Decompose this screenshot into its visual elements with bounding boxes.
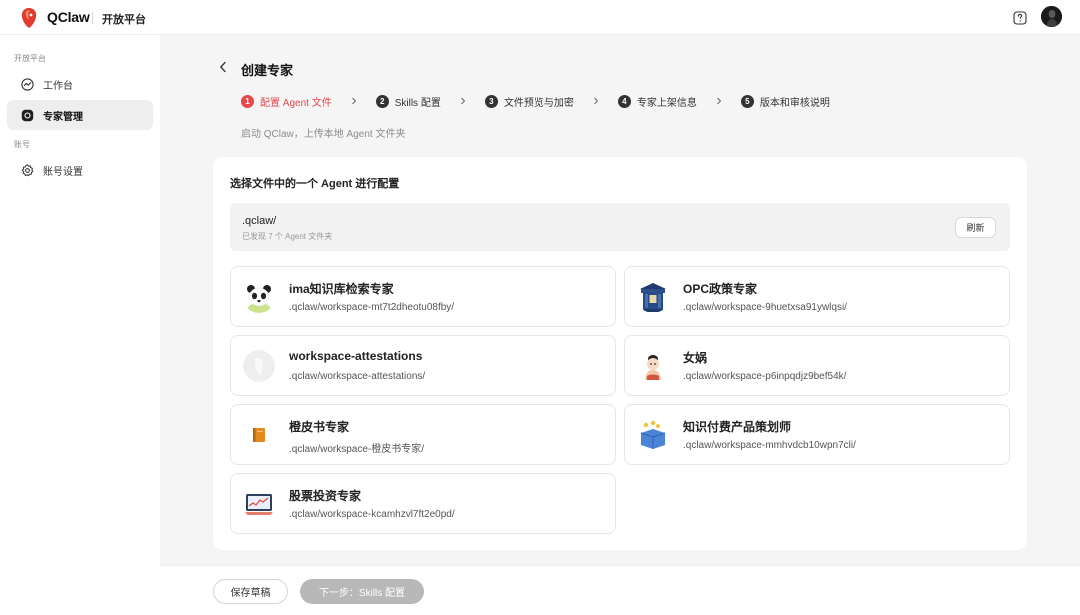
agent-path: .qclaw/workspace-9huetxsa91ywlqsi/ bbox=[683, 302, 847, 313]
sidebar-item-label: 工作台 bbox=[43, 80, 73, 92]
refresh-button[interactable]: 刷新 bbox=[955, 217, 996, 238]
agent-card-ima[interactable]: ima知识库检索专家 .qclaw/workspace-mt7t2dheotu0… bbox=[230, 266, 616, 327]
agent-path: .qclaw/workspace-kcamhzvl7ft2e0pd/ bbox=[289, 509, 455, 520]
agent-path: .qclaw/workspace-p6inpqdjz9bef54k/ bbox=[683, 371, 847, 382]
agent-card-stock-investment[interactable]: 股票投资专家 .qclaw/workspace-kcamhzvl7ft2e0pd… bbox=[230, 473, 616, 534]
step-number: 4 bbox=[617, 94, 631, 108]
agent-card-orange-book[interactable]: 橙皮书专家 .qclaw/workspace-橙皮书专家/ bbox=[230, 404, 616, 465]
page-subtitle: 启动 QClaw，上传本地 Agent 文件夹 bbox=[241, 129, 406, 140]
user-avatar[interactable] bbox=[1041, 6, 1062, 27]
chevron-right-icon bbox=[716, 97, 722, 105]
agent-icon bbox=[21, 109, 34, 121]
dashboard-icon bbox=[21, 77, 34, 91]
step-file-preview-encrypt[interactable]: 3 文件预览与加密 bbox=[484, 94, 574, 109]
gear-icon bbox=[21, 163, 34, 176]
agent-count: 已发现 7 个 Agent 文件夹 bbox=[242, 232, 333, 241]
step-label: 版本和审核说明 bbox=[759, 97, 830, 109]
stepper: 1 配置 Agent 文件 2 Skills 配置 3 文件预览与加密 4 专家… bbox=[241, 93, 830, 109]
brand-divider bbox=[92, 12, 93, 24]
step-label: 文件预览与加密 bbox=[503, 97, 574, 109]
step-number: 1 bbox=[241, 94, 254, 108]
sidebar-item-account-settings[interactable]: 账号设置 bbox=[7, 155, 153, 185]
sidebar-item-label: 账号设置 bbox=[43, 166, 83, 178]
brand-subtitle: 开放平台 bbox=[102, 14, 146, 26]
step-version-review[interactable]: 5 版本和审核说明 bbox=[740, 94, 830, 109]
folder-path: .qclaw/ bbox=[242, 215, 277, 227]
agent-card-knowledge-product[interactable]: 知识付费产品策划师 .qclaw/workspace-mmhvdcb10wpn7… bbox=[624, 404, 1010, 465]
sidebar-item-workbench[interactable]: 工作台 bbox=[7, 69, 153, 99]
agent-name: 橙皮书专家 bbox=[289, 420, 350, 434]
brand-name[interactable]: QClaw bbox=[47, 9, 90, 25]
agent-card-nuwa[interactable]: 女娲 .qclaw/workspace-p6inpqdjz9bef54k/ bbox=[624, 335, 1010, 396]
agent-path: .qclaw/workspace-attestations/ bbox=[289, 371, 426, 382]
chevron-right-icon bbox=[460, 97, 466, 105]
step-configure-agent-file[interactable]: 1 配置 Agent 文件 bbox=[241, 94, 332, 109]
agent-selector-card: 选择文件中的一个 Agent 进行配置 .qclaw/ 已发现 7 个 Agen… bbox=[213, 157, 1027, 550]
stock-chart-icon bbox=[243, 488, 275, 520]
section-title: 选择文件中的一个 Agent 进行配置 bbox=[230, 178, 400, 190]
chevron-left-icon[interactable] bbox=[218, 61, 228, 73]
footer-bar: 保存草稿 下一步：Skills 配置 bbox=[160, 565, 1080, 615]
agent-path: .qclaw/workspace-橙皮书专家/ bbox=[289, 444, 425, 455]
agent-name: 女娲 bbox=[683, 351, 708, 365]
page-title: 创建专家 bbox=[241, 63, 294, 78]
agent-card-attestations[interactable]: workspace-attestations .qclaw/workspace-… bbox=[230, 335, 616, 396]
chevron-right-icon bbox=[351, 97, 356, 105]
step-listing-info[interactable]: 4 专家上架信息 bbox=[617, 94, 697, 109]
default-agent-icon bbox=[243, 350, 275, 382]
agent-name: OPC政策专家 bbox=[683, 282, 758, 296]
next-step-button[interactable]: 下一步：Skills 配置 bbox=[300, 579, 424, 604]
character-icon bbox=[637, 350, 669, 382]
top-bar: QClaw 开放平台 bbox=[0, 0, 1080, 35]
sidebar-group-platform: 开放平台 bbox=[14, 54, 46, 63]
question-icon[interactable] bbox=[1013, 11, 1027, 25]
government-building-icon bbox=[637, 281, 669, 313]
agent-path: .qclaw/workspace-mt7t2dheotu08fby/ bbox=[289, 302, 455, 313]
agent-name: 知识付费产品策划师 bbox=[683, 420, 792, 434]
orange-book-icon bbox=[243, 419, 275, 451]
agent-name: workspace-attestations bbox=[289, 349, 423, 363]
agent-name: ima知识库检索专家 bbox=[289, 282, 394, 296]
save-draft-button[interactable]: 保存草稿 bbox=[213, 579, 288, 604]
step-label: Skills 配置 bbox=[394, 97, 441, 109]
agent-card-opc-policy[interactable]: OPC政策专家 .qclaw/workspace-9huetxsa91ywlqs… bbox=[624, 266, 1010, 327]
agent-name: 股票投资专家 bbox=[289, 489, 362, 503]
step-number: 2 bbox=[375, 94, 389, 108]
sidebar-item-agent-management[interactable]: 专家管理 bbox=[7, 100, 153, 130]
folder-path-box: .qclaw/ 已发现 7 个 Agent 文件夹 刷新 bbox=[230, 203, 1010, 251]
step-number: 3 bbox=[484, 94, 498, 108]
chevron-right-icon bbox=[593, 97, 599, 105]
sidebar-group-account: 账号 bbox=[14, 140, 30, 149]
panda-icon bbox=[243, 281, 275, 313]
step-label: 专家上架信息 bbox=[636, 97, 697, 109]
sidebar-item-label: 专家管理 bbox=[43, 111, 83, 123]
sidebar: 开放平台 工作台 专家管理 账号 账号设置 bbox=[0, 35, 160, 615]
qclaw-logo-icon bbox=[21, 8, 37, 28]
step-number: 5 bbox=[740, 94, 754, 108]
agent-path: .qclaw/workspace-mmhvdcb10wpn7cli/ bbox=[683, 440, 856, 451]
step-label: 配置 Agent 文件 bbox=[260, 97, 332, 109]
step-skills-config[interactable]: 2 Skills 配置 bbox=[375, 94, 441, 109]
knowledge-box-icon bbox=[637, 419, 669, 451]
